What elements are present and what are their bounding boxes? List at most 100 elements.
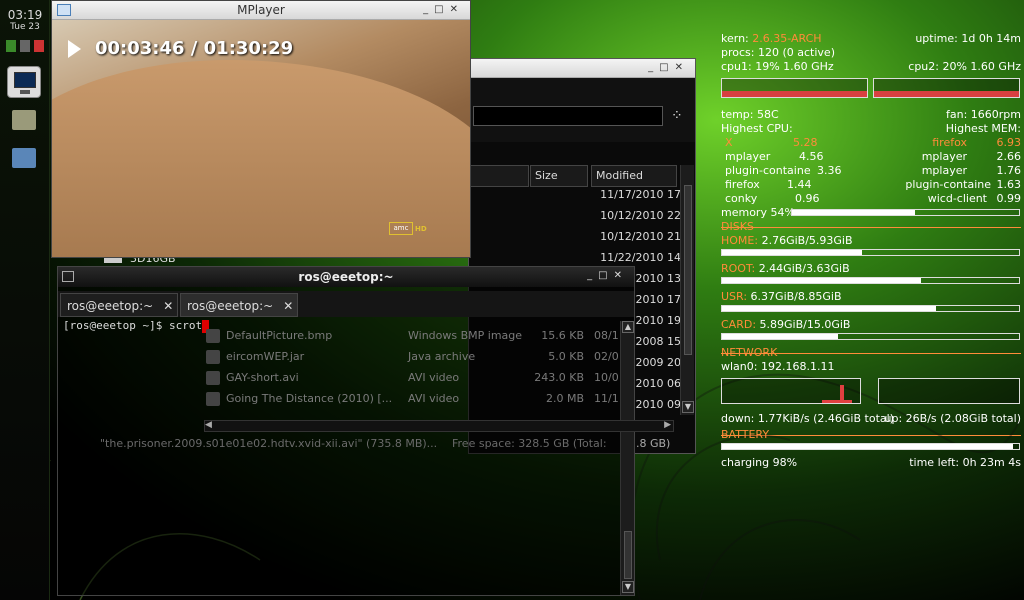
disks-header: DISKS [721, 220, 754, 233]
temperature: temp: 58C [721, 108, 779, 121]
cpu1-graph [721, 78, 868, 98]
fan-speed: fan: 1660rpm [945, 108, 1021, 121]
memory-label: memory 54% [721, 206, 795, 219]
battery-bar [721, 443, 1020, 450]
table-row[interactable]: DefaultPicture.bmp Windows BMP image 15.… [204, 326, 634, 347]
scrollbar-thumb[interactable] [624, 531, 632, 579]
files-launcher[interactable] [7, 104, 41, 136]
list-item[interactable]: 10/12/2010 22 [589, 206, 681, 227]
mplayer-window: MPlayer _□✕ 00:03:46 / 01:30:29 amc HD [51, 0, 471, 258]
upload-graph [878, 378, 1020, 404]
disks-section: DISKS [721, 220, 1021, 233]
calendar-tray-icon[interactable] [34, 40, 44, 52]
uptime: uptime: 1d 0h 14m [915, 32, 1021, 45]
terminal-launcher[interactable] [7, 66, 41, 98]
file-manager-titlebar[interactable]: _□✕ [469, 59, 695, 78]
usr-disk-bar [721, 305, 1020, 312]
list-item[interactable]: 11/17/2010 17 [589, 185, 681, 206]
kernel-line: kern: 2.6.35-ARCH [721, 32, 822, 45]
column-name-header[interactable] [469, 165, 529, 187]
terminal-icon [14, 72, 36, 88]
network-header: NETWORK [721, 346, 778, 359]
scroll-right-button[interactable]: ▶ [664, 420, 671, 430]
volume-tray-icon[interactable] [20, 40, 30, 52]
cpu2-label: cpu2: 20% 1.60 GHz [908, 60, 1021, 73]
procs: procs: 120 (0 active) [721, 46, 835, 59]
video-file-icon [206, 392, 220, 406]
clock-date: Tue 23 [10, 22, 40, 32]
file-status-bar: "the.prisoner.2009.s01e01e02.hdtv.xvid-x… [100, 437, 607, 450]
selection-status: "the.prisoner.2009.s01e01e02.hdtv.xvid-x… [100, 437, 438, 450]
home-disk-bar [721, 249, 1020, 256]
terminal-tabs: ros@eeetop:~ ✕ ros@eeetop:~ ✕ [58, 291, 634, 317]
table-row[interactable]: eircomWEP.jar Java archive 5.0 KB 02/0 [204, 347, 634, 368]
column-size-header[interactable]: Size [530, 165, 588, 187]
download-rate: down: 1.77KiB/s (2.46GiB total) [721, 412, 894, 425]
tab-terminal-1[interactable]: ros@eeetop:~ ✕ [60, 293, 178, 317]
image-file-icon [206, 329, 220, 343]
system-tray [6, 40, 44, 52]
channel-logo: amc [389, 222, 413, 235]
file-list: DefaultPicture.bmp Windows BMP image 15.… [204, 326, 634, 410]
channel-logo-hd: HD [415, 225, 427, 233]
terminal-titlebar[interactable]: ros@eeetop:~ _□✕ [58, 267, 634, 287]
clock-time: 03:19 [7, 8, 43, 22]
kernel-version: 2.6.35-ARCH [752, 32, 822, 45]
memory-bar [791, 209, 1020, 216]
scroll-down-button[interactable]: ▼ [682, 401, 694, 413]
window-title: MPlayer [237, 3, 285, 17]
upload-rate: up: 26B/s (2.08GiB total) [884, 412, 1022, 425]
mplayer-titlebar[interactable]: MPlayer _□✕ [52, 1, 470, 20]
highest-mem-heading: Highest MEM: [945, 122, 1021, 135]
battery-section: BATTERY [721, 428, 1021, 441]
close-icon[interactable]: ✕ [283, 299, 293, 313]
terminal-title: ros@eeetop:~ [298, 270, 394, 284]
tab-label: ros@eeetop:~ [187, 299, 274, 313]
highest-cpu-heading: Highest CPU: [721, 122, 793, 135]
video-file-icon [206, 371, 220, 385]
horizontal-scrollbar[interactable]: ◀ ▶ [204, 420, 674, 432]
window-controls[interactable]: _□✕ [423, 4, 464, 15]
tab-label: ros@eeetop:~ [67, 299, 154, 313]
battery-time-left: time left: 0h 23m 4s [909, 456, 1021, 469]
dock: 03:19 Tue 23 [0, 0, 50, 600]
options-icon[interactable]: ⁘ [671, 108, 683, 124]
window-controls[interactable]: _□✕ [587, 270, 628, 281]
conky-monitor: kern: 2.6.35-ARCH uptime: 1d 0h 14m proc… [721, 32, 1022, 469]
location-field[interactable] [473, 106, 663, 126]
clock[interactable]: 03:19 Tue 23 [4, 8, 46, 32]
download-graph [721, 378, 861, 404]
video-area[interactable]: 00:03:46 / 01:30:29 amc HD [52, 20, 470, 257]
table-row[interactable]: Going The Distance (2010) [... AVI video… [204, 389, 634, 410]
file-list-scrollbar[interactable]: ▼ [680, 165, 694, 415]
terminal-prompt[interactable]: [ros@eeetop ~]$ scrot [63, 319, 210, 333]
list-item[interactable]: 10/12/2010 21 [589, 227, 681, 248]
free-space-status: Free space: 328.5 GB (Total: [452, 437, 607, 450]
play-icon [68, 40, 81, 58]
wlan-address: wlan0: 192.168.1.11 [721, 360, 835, 373]
prompt-text: [ros@eeetop ~]$ scrot [63, 319, 203, 332]
card-disk-bar [721, 333, 1020, 340]
cpu2-graph [873, 78, 1020, 98]
archive-file-icon [206, 350, 220, 364]
network-section: NETWORK [721, 346, 1021, 359]
battery-header: BATTERY [721, 428, 770, 441]
close-icon[interactable]: ✕ [163, 299, 173, 313]
desktop-icon [12, 148, 36, 168]
desktop-launcher[interactable] [7, 142, 41, 174]
scroll-left-button[interactable]: ◀ [205, 420, 212, 430]
column-modified-header[interactable]: Modified [591, 165, 677, 187]
scrollbar-thumb[interactable] [684, 185, 692, 355]
root-disk-bar [721, 277, 1020, 284]
table-row[interactable]: GAY-short.avi AVI video 243.0 KB 10/0 [204, 368, 634, 389]
charging-status: charging 98% [721, 456, 798, 469]
window-controls[interactable]: _□✕ [648, 62, 689, 73]
playback-time: 00:03:46 / 01:30:29 [95, 38, 294, 59]
folder-icon [12, 110, 36, 130]
scroll-down-button[interactable]: ▼ [622, 581, 634, 593]
network-tray-icon[interactable] [6, 40, 16, 52]
playback-osd: 00:03:46 / 01:30:29 [68, 38, 293, 59]
cpu1-label: cpu1: 19% 1.60 GHz [721, 60, 834, 73]
tab-terminal-2[interactable]: ros@eeetop:~ ✕ [180, 293, 298, 317]
file-manager-toolbar: ⁘ [469, 78, 695, 142]
